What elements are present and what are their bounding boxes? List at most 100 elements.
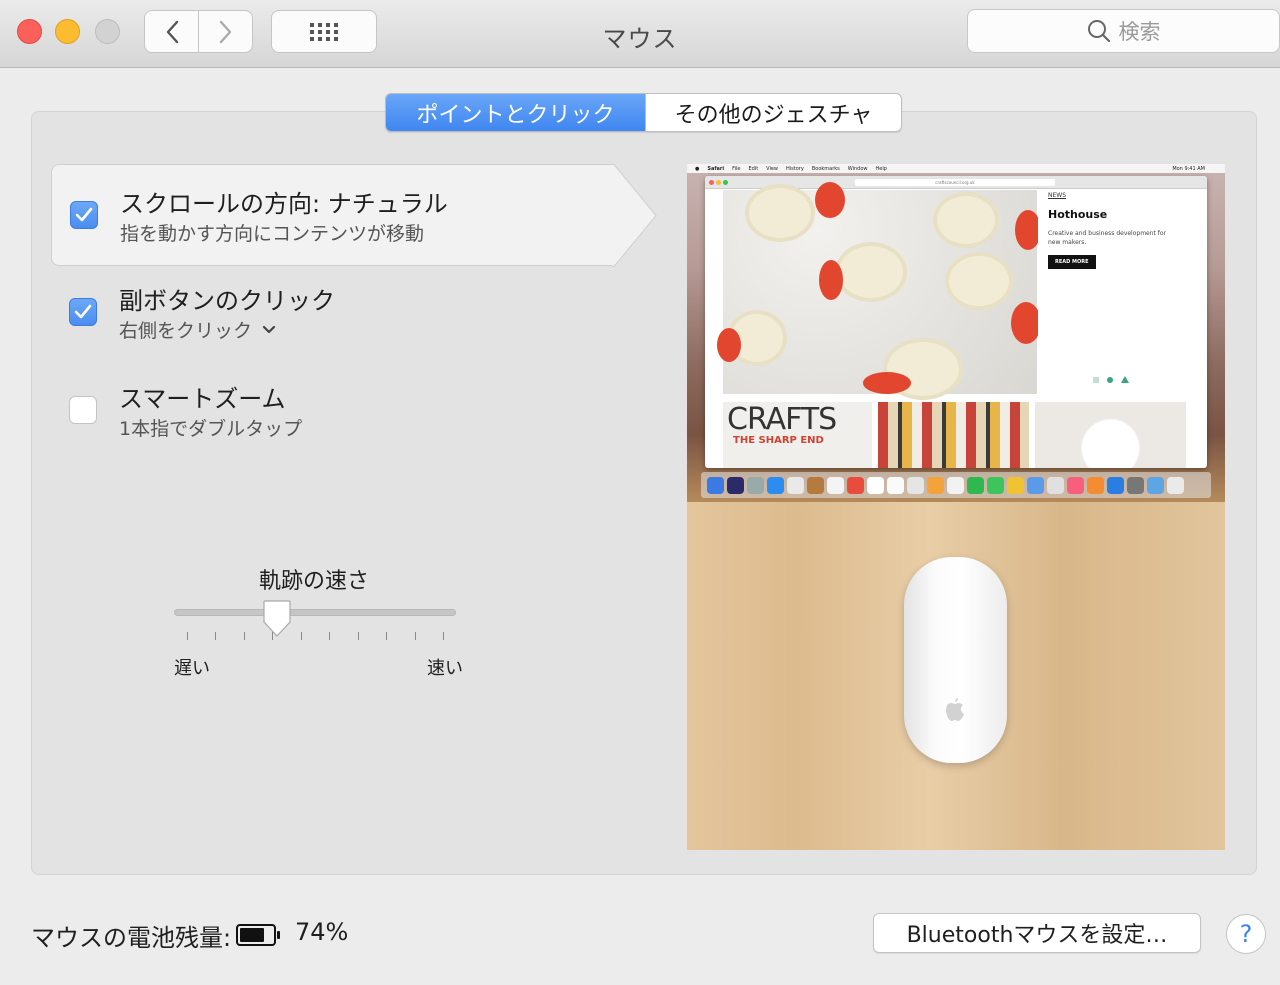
zoom-window-button [95,19,120,44]
news-title: Hothouse [1048,208,1108,221]
chevron-left-icon [166,20,178,43]
option-subtitle: 指を動かす方向にコンテンツが移動 [120,219,424,246]
slider-ticks [187,632,444,642]
shelf-thumbnail [878,402,1030,468]
minimize-window-button[interactable] [55,19,80,44]
red-shape [815,182,845,218]
red-shape [1011,302,1041,344]
search-field[interactable]: 検索 [967,9,1280,53]
option-secondary-click[interactable]: 副ボタンのクリック 右側をクリック [51,262,613,364]
chevron-right-icon [219,20,231,43]
menu-item: History [786,165,804,172]
search-placeholder: 検索 [1118,20,1161,44]
forward-button[interactable] [198,11,252,52]
tab-point-and-click[interactable]: ポイントとクリック [386,94,645,131]
square-icon [1093,376,1099,383]
dock-app-icon [987,476,1004,494]
dock-app-icon [967,476,984,494]
tracking-speed-slider[interactable] [174,609,456,616]
cup [745,184,815,242]
selection-pointer [612,164,657,267]
dock-app-icon [1067,476,1084,494]
dock-app-icon [887,476,904,494]
slider-tick [187,632,188,640]
slider-tick [386,632,387,640]
dock-app-icon [867,476,884,494]
option-subtitle-text: 指を動かす方向にコンテンツが移動 [120,223,425,245]
smart-zoom-checkbox[interactable] [69,396,97,424]
dot [723,180,728,185]
checkmark-icon [75,207,93,222]
close-window-button[interactable] [17,19,42,44]
dot [709,180,714,185]
red-shape [863,372,911,394]
slider-thumb[interactable] [261,600,293,638]
apple-logo-icon [946,698,964,721]
tab-bar: ポイントとクリック その他のジェスチャ [385,93,902,132]
slider-tick [358,632,359,640]
slider-tick [244,632,245,640]
preview-menubar: ● Safari File Edit View History Bookmark… [687,164,1225,173]
read-more-button: READ MORE [1048,255,1096,269]
slider-tick [415,632,416,640]
slider-tick [443,632,444,640]
option-title: スクロールの方向: ナチュラル [120,190,448,218]
grid-icon [310,22,338,41]
battery-label: マウスの電池残量: [31,924,232,952]
battery-icon [236,924,280,946]
option-subtitle-text: 右側をクリック [119,320,253,342]
preview-browser-window: craftscouncil.org.uk NEWS Hothouse Creat [705,176,1207,468]
menu-item: Bookmarks [811,165,840,172]
scroll-direction-checkbox[interactable] [70,201,98,229]
slider-tick [329,632,330,640]
apple-icon: ● [695,165,700,172]
dock-app-icon [1047,476,1064,494]
crafts-title: CRAFTS [727,402,837,437]
news-description: Creative and business development for ne… [1048,230,1167,246]
crafts-magazine-thumbnail: CRAFTS THE SHARP END [723,402,873,468]
help-button[interactable]: ? [1226,914,1266,954]
preview-desktop: ● Safari File Edit View History Bookmark… [687,164,1225,502]
secondary-click-checkbox[interactable] [69,298,97,326]
dock-app-icon [907,476,924,494]
dock-app-icon [1007,476,1024,494]
dock-app-icon [807,476,824,494]
chevron-down-icon [262,325,276,333]
dock-app-icon [1167,476,1184,494]
carousel-pager [1093,376,1129,383]
dock-app-icon [1147,476,1164,494]
preview-dock [701,472,1211,498]
option-title: 副ボタンのクリック [119,287,335,315]
menubar-clock: Mon 9:41 AM [1172,165,1205,172]
slider-tick [215,632,216,640]
dock-app-icon [747,476,764,494]
menu-item: Help [875,165,887,172]
option-subtitle: 1本指でダブルタップ [119,414,302,441]
battery-percent: 74% [295,918,349,946]
gesture-preview: ● Safari File Edit View History Bookmark… [687,164,1225,850]
option-scroll-direction[interactable]: スクロールの方向: ナチュラル 指を動かす方向にコンテンツが移動 [51,164,613,266]
show-all-button[interactable] [271,10,377,53]
secondary-click-dropdown[interactable]: 右側をクリック [119,316,276,343]
magic-mouse-image [904,557,1007,763]
triangle-icon [1121,376,1129,383]
tab-more-gestures[interactable]: その他のジェスチャ [645,94,901,131]
dock-app-icon [947,476,964,494]
cup [835,242,907,302]
dock-app-icon [1107,476,1124,494]
menu-item: Window [847,165,868,172]
setup-bluetooth-mouse-button[interactable]: Bluetoothマウスを設定… [873,913,1201,953]
dock-app-icon [727,476,744,494]
dock-app-icon [767,476,784,494]
cup [945,252,1013,310]
dot [716,180,721,185]
red-shape [717,328,741,362]
window-title: マウス [602,25,678,53]
dock-app-icon [1087,476,1104,494]
search-icon [1087,20,1110,43]
bowl-thumbnail [1035,402,1187,468]
option-smart-zoom[interactable]: スマートズーム 1本指でダブルタップ [51,360,613,462]
menu-item: View [766,165,779,172]
back-button[interactable] [145,11,198,52]
fast-label: 速い [427,658,463,679]
